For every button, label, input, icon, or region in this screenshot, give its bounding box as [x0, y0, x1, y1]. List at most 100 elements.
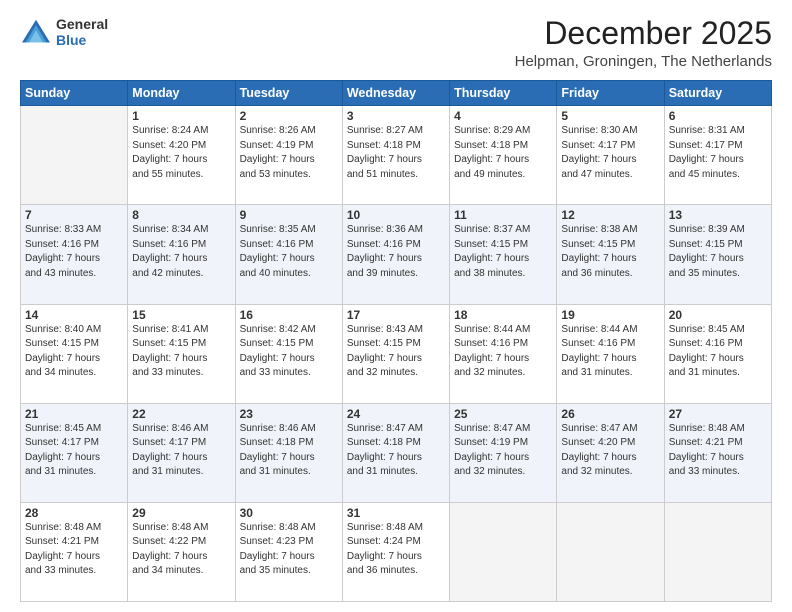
day-number: 31	[347, 506, 445, 520]
day-info: Sunrise: 8:48 AM Sunset: 4:21 PM Dayligh…	[25, 521, 123, 579]
table-row: 6Sunrise: 8:31 AM Sunset: 4:17 PM Daylig…	[664, 106, 771, 205]
col-friday: Friday	[557, 81, 664, 106]
table-row: 21Sunrise: 8:45 AM Sunset: 4:17 PM Dayli…	[21, 403, 128, 502]
day-number: 18	[454, 308, 552, 322]
day-info: Sunrise: 8:31 AM Sunset: 4:17 PM Dayligh…	[669, 124, 767, 182]
table-row: 14Sunrise: 8:40 AM Sunset: 4:15 PM Dayli…	[21, 304, 128, 403]
table-row: 12Sunrise: 8:38 AM Sunset: 4:15 PM Dayli…	[557, 205, 664, 304]
day-info: Sunrise: 8:35 AM Sunset: 4:16 PM Dayligh…	[240, 223, 338, 281]
day-info: Sunrise: 8:38 AM Sunset: 4:15 PM Dayligh…	[561, 223, 659, 281]
table-row: 1Sunrise: 8:24 AM Sunset: 4:20 PM Daylig…	[128, 106, 235, 205]
day-info: Sunrise: 8:26 AM Sunset: 4:19 PM Dayligh…	[240, 124, 338, 182]
day-info: Sunrise: 8:37 AM Sunset: 4:15 PM Dayligh…	[454, 223, 552, 281]
table-row: 23Sunrise: 8:46 AM Sunset: 4:18 PM Dayli…	[235, 403, 342, 502]
day-info: Sunrise: 8:45 AM Sunset: 4:17 PM Dayligh…	[25, 422, 123, 480]
logo: General Blue	[20, 16, 108, 48]
col-sunday: Sunday	[21, 81, 128, 106]
table-row: 9Sunrise: 8:35 AM Sunset: 4:16 PM Daylig…	[235, 205, 342, 304]
table-row: 16Sunrise: 8:42 AM Sunset: 4:15 PM Dayli…	[235, 304, 342, 403]
day-number: 1	[132, 109, 230, 123]
table-row: 5Sunrise: 8:30 AM Sunset: 4:17 PM Daylig…	[557, 106, 664, 205]
calendar-header-row: Sunday Monday Tuesday Wednesday Thursday…	[21, 81, 772, 106]
day-number: 17	[347, 308, 445, 322]
calendar: Sunday Monday Tuesday Wednesday Thursday…	[20, 80, 772, 602]
col-thursday: Thursday	[450, 81, 557, 106]
day-number: 9	[240, 208, 338, 222]
day-number: 3	[347, 109, 445, 123]
table-row: 29Sunrise: 8:48 AM Sunset: 4:22 PM Dayli…	[128, 502, 235, 601]
calendar-week-row: 28Sunrise: 8:48 AM Sunset: 4:21 PM Dayli…	[21, 502, 772, 601]
day-number: 30	[240, 506, 338, 520]
day-number: 19	[561, 308, 659, 322]
day-number: 13	[669, 208, 767, 222]
day-number: 24	[347, 407, 445, 421]
day-info: Sunrise: 8:29 AM Sunset: 4:18 PM Dayligh…	[454, 124, 552, 182]
day-number: 26	[561, 407, 659, 421]
header: General Blue December 2025 Helpman, Gron…	[20, 16, 772, 70]
day-info: Sunrise: 8:27 AM Sunset: 4:18 PM Dayligh…	[347, 124, 445, 182]
day-info: Sunrise: 8:33 AM Sunset: 4:16 PM Dayligh…	[25, 223, 123, 281]
day-info: Sunrise: 8:39 AM Sunset: 4:15 PM Dayligh…	[669, 223, 767, 281]
table-row: 17Sunrise: 8:43 AM Sunset: 4:15 PM Dayli…	[342, 304, 449, 403]
day-info: Sunrise: 8:46 AM Sunset: 4:17 PM Dayligh…	[132, 422, 230, 480]
table-row: 10Sunrise: 8:36 AM Sunset: 4:16 PM Dayli…	[342, 205, 449, 304]
day-number: 5	[561, 109, 659, 123]
table-row: 26Sunrise: 8:47 AM Sunset: 4:20 PM Dayli…	[557, 403, 664, 502]
day-number: 28	[25, 506, 123, 520]
location: Helpman, Groningen, The Netherlands	[515, 53, 772, 70]
calendar-week-row: 1Sunrise: 8:24 AM Sunset: 4:20 PM Daylig…	[21, 106, 772, 205]
logo-text: General Blue	[56, 16, 108, 48]
day-info: Sunrise: 8:48 AM Sunset: 4:24 PM Dayligh…	[347, 521, 445, 579]
day-number: 25	[454, 407, 552, 421]
day-number: 29	[132, 506, 230, 520]
day-number: 11	[454, 208, 552, 222]
day-number: 27	[669, 407, 767, 421]
table-row: 27Sunrise: 8:48 AM Sunset: 4:21 PM Dayli…	[664, 403, 771, 502]
table-row: 28Sunrise: 8:48 AM Sunset: 4:21 PM Dayli…	[21, 502, 128, 601]
day-number: 12	[561, 208, 659, 222]
calendar-week-row: 7Sunrise: 8:33 AM Sunset: 4:16 PM Daylig…	[21, 205, 772, 304]
table-row: 18Sunrise: 8:44 AM Sunset: 4:16 PM Dayli…	[450, 304, 557, 403]
table-row: 11Sunrise: 8:37 AM Sunset: 4:15 PM Dayli…	[450, 205, 557, 304]
day-info: Sunrise: 8:41 AM Sunset: 4:15 PM Dayligh…	[132, 323, 230, 381]
day-info: Sunrise: 8:48 AM Sunset: 4:21 PM Dayligh…	[669, 422, 767, 480]
day-number: 8	[132, 208, 230, 222]
table-row	[450, 502, 557, 601]
day-number: 15	[132, 308, 230, 322]
col-monday: Monday	[128, 81, 235, 106]
day-info: Sunrise: 8:45 AM Sunset: 4:16 PM Dayligh…	[669, 323, 767, 381]
day-number: 14	[25, 308, 123, 322]
table-row: 22Sunrise: 8:46 AM Sunset: 4:17 PM Dayli…	[128, 403, 235, 502]
day-info: Sunrise: 8:36 AM Sunset: 4:16 PM Dayligh…	[347, 223, 445, 281]
table-row	[557, 502, 664, 601]
day-info: Sunrise: 8:47 AM Sunset: 4:20 PM Dayligh…	[561, 422, 659, 480]
day-info: Sunrise: 8:42 AM Sunset: 4:15 PM Dayligh…	[240, 323, 338, 381]
table-row: 20Sunrise: 8:45 AM Sunset: 4:16 PM Dayli…	[664, 304, 771, 403]
day-info: Sunrise: 8:34 AM Sunset: 4:16 PM Dayligh…	[132, 223, 230, 281]
table-row: 13Sunrise: 8:39 AM Sunset: 4:15 PM Dayli…	[664, 205, 771, 304]
table-row: 8Sunrise: 8:34 AM Sunset: 4:16 PM Daylig…	[128, 205, 235, 304]
day-info: Sunrise: 8:43 AM Sunset: 4:15 PM Dayligh…	[347, 323, 445, 381]
calendar-week-row: 14Sunrise: 8:40 AM Sunset: 4:15 PM Dayli…	[21, 304, 772, 403]
col-saturday: Saturday	[664, 81, 771, 106]
day-info: Sunrise: 8:44 AM Sunset: 4:16 PM Dayligh…	[454, 323, 552, 381]
table-row: 25Sunrise: 8:47 AM Sunset: 4:19 PM Dayli…	[450, 403, 557, 502]
table-row: 24Sunrise: 8:47 AM Sunset: 4:18 PM Dayli…	[342, 403, 449, 502]
day-info: Sunrise: 8:24 AM Sunset: 4:20 PM Dayligh…	[132, 124, 230, 182]
table-row	[21, 106, 128, 205]
day-number: 4	[454, 109, 552, 123]
table-row: 7Sunrise: 8:33 AM Sunset: 4:16 PM Daylig…	[21, 205, 128, 304]
table-row: 30Sunrise: 8:48 AM Sunset: 4:23 PM Dayli…	[235, 502, 342, 601]
logo-icon	[20, 18, 52, 46]
table-row: 4Sunrise: 8:29 AM Sunset: 4:18 PM Daylig…	[450, 106, 557, 205]
title-section: December 2025 Helpman, Groningen, The Ne…	[515, 16, 772, 70]
day-number: 2	[240, 109, 338, 123]
month-title: December 2025	[515, 16, 772, 51]
day-info: Sunrise: 8:48 AM Sunset: 4:22 PM Dayligh…	[132, 521, 230, 579]
col-tuesday: Tuesday	[235, 81, 342, 106]
day-info: Sunrise: 8:47 AM Sunset: 4:18 PM Dayligh…	[347, 422, 445, 480]
day-number: 10	[347, 208, 445, 222]
day-number: 16	[240, 308, 338, 322]
day-info: Sunrise: 8:30 AM Sunset: 4:17 PM Dayligh…	[561, 124, 659, 182]
col-wednesday: Wednesday	[342, 81, 449, 106]
